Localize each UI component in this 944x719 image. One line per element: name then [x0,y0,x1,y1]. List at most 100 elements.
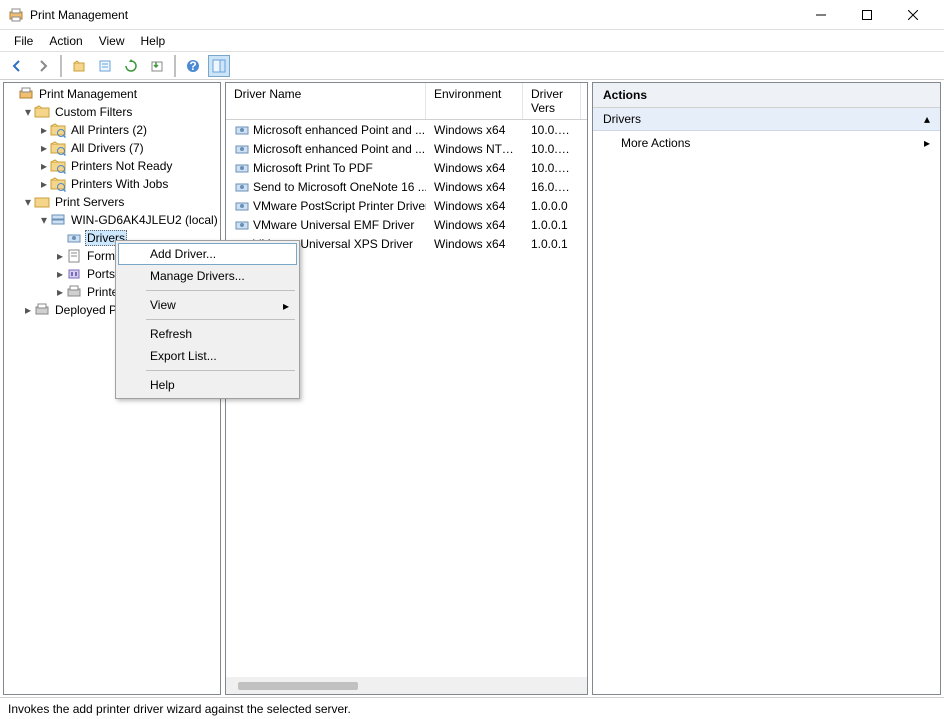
status-bar: Invokes the add printer driver wizard ag… [0,697,944,719]
context-menu-item[interactable]: View▸ [118,294,297,316]
column-driver-name[interactable]: Driver Name [226,83,426,119]
chevron-down-icon[interactable]: ▾ [22,195,34,209]
chevron-right-icon[interactable]: ▸ [54,285,66,299]
actions-more[interactable]: More Actions ▸ [593,131,940,155]
chevron-right-icon[interactable]: ▸ [38,141,50,155]
chevron-right-icon[interactable]: ▸ [38,159,50,173]
chevron-right-icon[interactable]: ▸ [38,123,50,137]
minimize-button[interactable] [798,0,844,30]
tree-label: All Drivers (7) [69,141,146,155]
ports-icon [66,266,82,282]
menubar: File Action View Help [0,30,944,52]
driver-name: Microsoft enhanced Point and ... [253,123,425,137]
driver-name: Microsoft enhanced Point and ... [253,142,425,156]
print-management-icon [8,7,24,23]
collapse-icon[interactable]: ▴ [924,112,930,126]
context-menu[interactable]: Add Driver...Manage Drivers... View▸ Refre… [115,240,300,399]
driver-name: Microsoft Print To PDF [253,161,373,175]
chevron-right-icon[interactable]: ▸ [54,249,66,263]
cell-name: Microsoft Print To PDF [226,160,426,176]
list-row[interactable]: VMware Universal EMF Driver Windows x64 … [226,215,587,234]
drivers-icon [66,230,82,246]
window-controls [798,0,936,30]
divider [146,290,295,291]
driver-icon [234,160,250,176]
cell-env: Windows x64 [426,237,523,251]
cell-ver: 1.0.0.0 [523,199,581,213]
list-row[interactable]: Microsoft Print To PDF Windows x64 10.0.… [226,158,587,177]
tree-print-servers[interactable]: ▾ Print Servers [22,193,220,211]
filter-icon [50,122,66,138]
menu-action[interactable]: Action [41,32,90,50]
refresh-button[interactable] [120,55,142,77]
tree-label: Printers With Jobs [69,177,170,191]
cell-name: Send to Microsoft OneNote 16 ... [226,179,426,195]
menu-view[interactable]: View [91,32,133,50]
context-menu-item[interactable]: Refresh [118,323,297,345]
help-button[interactable]: ? [182,55,204,77]
window-title: Print Management [30,8,798,22]
tree-label: All Printers (2) [69,123,149,137]
tree-label: Printers Not Ready [69,159,174,173]
cell-env: Windows x64 [426,218,523,232]
chevron-right-icon[interactable]: ▸ [22,303,34,317]
driver-name: VMware PostScript Printer Driver [253,199,426,213]
folder-icon [34,104,50,120]
menu-help[interactable]: Help [133,32,174,50]
list-row[interactable]: Send to Microsoft OneNote 16 ... Windows… [226,177,587,196]
tree-label: Print Management [37,87,139,101]
tree-filter-item[interactable]: ▸ All Printers (2) [38,121,220,139]
context-menu-item[interactable]: Add Driver... [118,243,297,265]
column-environment[interactable]: Environment [426,83,523,119]
properties-button[interactable] [94,55,116,77]
list-row[interactable]: VMware PostScript Printer Driver Windows… [226,196,587,215]
list-row[interactable]: Microsoft enhanced Point and ... Windows… [226,139,587,158]
tree-filter-item[interactable]: ▸ All Drivers (7) [38,139,220,157]
up-button[interactable] [68,55,90,77]
close-button[interactable] [890,0,936,30]
export-button[interactable] [146,55,168,77]
actions-pane: Actions Drivers ▴ More Actions ▸ [592,82,941,695]
chevron-down-icon[interactable]: ▾ [38,213,50,227]
list-row[interactable]: Microsoft enhanced Point and ... Windows… [226,120,587,139]
driver-icon [234,198,250,214]
tree-filter-item[interactable]: ▸ Printers Not Ready [38,157,220,175]
tree-server[interactable]: ▾ WIN-GD6AK4JLEU2 (local) [38,211,220,229]
back-button[interactable] [6,55,28,77]
tree-custom-filters[interactable]: ▾ Custom Filters [22,103,220,121]
horizontal-scrollbar[interactable] [226,677,587,694]
scroll-thumb[interactable] [238,682,358,690]
list-body[interactable]: Microsoft enhanced Point and ... Windows… [226,120,587,694]
context-menu-item[interactable]: Export List... [118,345,297,367]
cell-ver: 1.0.0.1 [523,218,581,232]
column-driver-version[interactable]: Driver Vers [523,83,581,119]
forward-button[interactable] [32,55,54,77]
actions-item-label: More Actions [621,136,690,150]
chevron-right-icon[interactable]: ▸ [38,177,50,191]
folder-icon [34,194,50,210]
context-menu-item[interactable]: Manage Drivers... [118,265,297,287]
menu-file[interactable]: File [6,32,41,50]
context-menu-item[interactable]: Help [118,374,297,396]
driver-icon [234,122,250,138]
printer-icon [34,302,50,318]
tree-label: Custom Filters [53,105,134,119]
chevron-right-icon[interactable]: ▸ [54,267,66,281]
tree-label: Print Servers [53,195,126,209]
actions-section-drivers[interactable]: Drivers ▴ [593,108,940,131]
driver-name: Send to Microsoft OneNote 16 ... [253,180,426,194]
cell-name: VMware Universal EMF Driver [226,217,426,233]
filter-icon [50,176,66,192]
maximize-button[interactable] [844,0,890,30]
tree-filter-item[interactable]: ▸ Printers With Jobs [38,175,220,193]
chevron-down-icon[interactable]: ▾ [22,105,34,119]
list-header: Driver Name Environment Driver Vers [226,83,587,120]
tree-label: WIN-GD6AK4JLEU2 (local) [69,213,220,227]
cell-env: Windows x64 [426,180,523,194]
cell-ver: 10.0.22621 [523,123,581,137]
filter-icon [50,158,66,174]
show-actions-button[interactable] [208,55,230,77]
tree-root[interactable]: ▸ Print Management [6,85,220,103]
divider [146,370,295,371]
cell-env: Windows x64 [426,123,523,137]
